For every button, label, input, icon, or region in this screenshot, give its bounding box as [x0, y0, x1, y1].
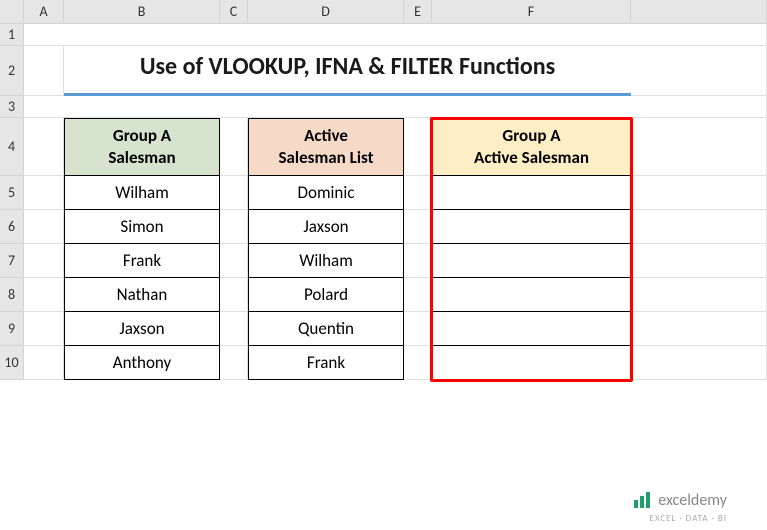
chart-icon — [632, 490, 652, 510]
col-header-F[interactable]: F — [432, 0, 631, 24]
cell[interactable] — [631, 46, 767, 96]
table-b-cell[interactable]: Jaxson — [64, 312, 220, 346]
table-f-cell[interactable] — [432, 312, 631, 346]
col-header-D[interactable]: D — [248, 0, 404, 24]
table-f-cell[interactable] — [432, 346, 631, 380]
cell[interactable] — [631, 346, 767, 380]
row-header-4[interactable]: 4 — [0, 118, 24, 176]
cell[interactable] — [404, 346, 432, 380]
table-f-cell[interactable] — [432, 278, 631, 312]
table-d-cell[interactable]: Polard — [248, 278, 404, 312]
cell[interactable] — [220, 312, 248, 346]
cell[interactable] — [404, 176, 432, 210]
cell[interactable] — [220, 118, 248, 176]
cell[interactable] — [24, 210, 64, 244]
select-all-corner[interactable] — [0, 0, 24, 24]
col-header-C[interactable]: C — [220, 0, 248, 24]
exceldemy-logo: exceldemy — [632, 490, 727, 510]
cell[interactable] — [24, 46, 64, 96]
table-f-cell[interactable] — [432, 210, 631, 244]
cell[interactable] — [220, 346, 248, 380]
spreadsheet-grid: A B C D E F 1 2 Use of VLOOKUP, IFNA & F… — [0, 0, 767, 380]
table-b-cell[interactable]: Anthony — [64, 346, 220, 380]
table-b-cell[interactable]: Nathan — [64, 278, 220, 312]
row-header-5[interactable]: 5 — [0, 176, 24, 210]
cell[interactable] — [404, 244, 432, 278]
cell[interactable] — [24, 346, 64, 380]
cell[interactable] — [220, 210, 248, 244]
page-title: Use of VLOOKUP, IFNA & FILTER Functions — [64, 46, 631, 96]
row-header-10[interactable]: 10 — [0, 346, 24, 380]
cell[interactable] — [631, 210, 767, 244]
cell[interactable] — [220, 278, 248, 312]
cell[interactable] — [220, 176, 248, 210]
cell[interactable] — [24, 244, 64, 278]
table-f-cell[interactable] — [432, 176, 631, 210]
table-b-cell[interactable]: Frank — [64, 244, 220, 278]
table-d-cell[interactable]: Dominic — [248, 176, 404, 210]
row-header-6[interactable]: 6 — [0, 210, 24, 244]
cell[interactable] — [404, 118, 432, 176]
cell[interactable] — [631, 278, 767, 312]
cell[interactable] — [631, 176, 767, 210]
col-header-overflow — [631, 0, 767, 24]
col-header-B[interactable]: B — [64, 0, 220, 24]
cell[interactable] — [404, 312, 432, 346]
col-header-A[interactable]: A — [24, 0, 64, 24]
cell[interactable] — [24, 118, 64, 176]
row-header-3[interactable]: 3 — [0, 96, 24, 118]
logo-subtitle: EXCEL · DATA · BI — [650, 513, 727, 524]
cell[interactable] — [631, 244, 767, 278]
cell[interactable] — [404, 210, 432, 244]
table-f-header[interactable]: Group A Active Salesman — [432, 118, 631, 176]
row-header-1[interactable]: 1 — [0, 24, 24, 46]
cell[interactable] — [24, 96, 767, 118]
table-b-header[interactable]: Group A Salesman — [64, 118, 220, 176]
row-header-2[interactable]: 2 — [0, 46, 24, 96]
row-header-9[interactable]: 9 — [0, 312, 24, 346]
table-b-cell[interactable]: Simon — [64, 210, 220, 244]
logo-text: exceldemy — [658, 491, 727, 510]
cell[interactable] — [631, 118, 767, 176]
cell[interactable] — [24, 278, 64, 312]
cell[interactable] — [220, 244, 248, 278]
cell[interactable] — [24, 24, 767, 46]
cell[interactable] — [404, 278, 432, 312]
col-header-E[interactable]: E — [404, 0, 432, 24]
row-header-8[interactable]: 8 — [0, 278, 24, 312]
table-f-cell[interactable] — [432, 244, 631, 278]
cell[interactable] — [631, 312, 767, 346]
cell[interactable] — [24, 312, 64, 346]
table-d-header[interactable]: Active Salesman List — [248, 118, 404, 176]
cell[interactable] — [24, 176, 64, 210]
table-d-cell[interactable]: Frank — [248, 346, 404, 380]
table-d-cell[interactable]: Wilham — [248, 244, 404, 278]
row-header-7[interactable]: 7 — [0, 244, 24, 278]
table-d-cell[interactable]: Jaxson — [248, 210, 404, 244]
table-b-cell[interactable]: Wilham — [64, 176, 220, 210]
table-d-cell[interactable]: Quentin — [248, 312, 404, 346]
